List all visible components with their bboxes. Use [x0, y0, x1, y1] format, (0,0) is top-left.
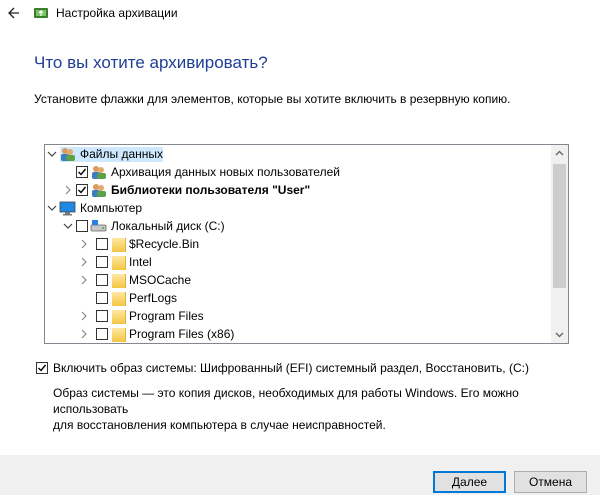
- tree-item-label: Библиотеки пользователя "User": [111, 183, 311, 197]
- checkbox[interactable]: [96, 328, 108, 340]
- tree-item-label: MSOCache: [129, 273, 192, 287]
- tree-item-label: Program Files (x86): [129, 327, 235, 341]
- backup-items-tree[interactable]: Файлы данных Архивация данных новых поль…: [44, 144, 569, 344]
- tree-item-folder[interactable]: MSOCache: [45, 272, 551, 289]
- tree-item-data-files[interactable]: Файлы данных: [45, 146, 551, 163]
- chevron-down-icon[interactable]: [47, 148, 57, 160]
- tree-item-label: Файлы данных: [80, 147, 164, 161]
- scroll-up-icon[interactable]: [551, 145, 568, 162]
- window-title: Настройка архивации: [56, 6, 178, 20]
- tree-item-label: Компьютер: [80, 201, 143, 215]
- chevron-right-icon[interactable]: [63, 184, 73, 196]
- folder-icon: [112, 292, 126, 306]
- chevron-right-icon[interactable]: [79, 256, 89, 268]
- tree-item-new-users[interactable]: Архивация данных новых пользователей: [45, 164, 551, 181]
- chevron-down-icon[interactable]: [47, 202, 57, 214]
- footer-bar: [0, 455, 600, 495]
- backup-app-icon: [33, 5, 49, 21]
- tree-item-folder[interactable]: $Recycle.Bin: [45, 236, 551, 253]
- tree-item-label: $Recycle.Bin: [129, 237, 200, 251]
- checkbox[interactable]: [96, 292, 108, 304]
- back-button[interactable]: [6, 4, 26, 22]
- checkbox[interactable]: [96, 274, 108, 286]
- users-icon: [92, 184, 106, 197]
- scrollbar-thumb[interactable]: [553, 164, 566, 288]
- tree-item-user-libraries[interactable]: Библиотеки пользователя "User": [45, 182, 551, 199]
- folder-icon: [112, 274, 126, 288]
- title-bar: Настройка архивации: [0, 0, 600, 28]
- tree-item-folder[interactable]: Program Files: [45, 308, 551, 325]
- chevron-down-icon[interactable]: [63, 220, 73, 232]
- checkmark-icon: [78, 186, 87, 194]
- checkmark-icon: [78, 168, 87, 176]
- tree-item-folder[interactable]: PerfLogs: [45, 290, 551, 307]
- checkbox[interactable]: [96, 310, 108, 322]
- checkbox[interactable]: [76, 166, 88, 178]
- checkbox[interactable]: [76, 184, 88, 196]
- folder-icon: [112, 238, 126, 252]
- tree-item-label: Архивация данных новых пользователей: [111, 165, 340, 179]
- tree-item-label: PerfLogs: [129, 291, 178, 305]
- cancel-button[interactable]: Отмена: [514, 471, 587, 493]
- system-image-label[interactable]: Включить образ системы: Шифрованный (EFI…: [53, 361, 529, 375]
- checkbox[interactable]: [96, 238, 108, 250]
- tree-item-label: Program Files: [129, 309, 204, 323]
- instruction-text: Установите флажки для элементов, которые…: [34, 92, 511, 106]
- tree-item-local-disk-c[interactable]: Локальный диск (C:): [45, 218, 551, 235]
- system-image-checkbox[interactable]: [36, 362, 48, 374]
- page-heading: Что вы хотите архивировать?: [34, 53, 268, 72]
- users-icon: [92, 166, 106, 179]
- back-arrow-icon: [8, 7, 19, 19]
- chevron-right-icon[interactable]: [79, 310, 89, 322]
- folder-icon: [112, 328, 126, 342]
- tree-item-computer[interactable]: Компьютер: [45, 200, 551, 217]
- chevron-right-icon[interactable]: [79, 238, 89, 250]
- chevron-right-icon[interactable]: [79, 328, 89, 340]
- drive-icon: [90, 220, 107, 232]
- checkbox[interactable]: [96, 256, 108, 268]
- checkbox[interactable]: [76, 220, 88, 232]
- folder-icon: [112, 310, 126, 324]
- chevron-right-icon[interactable]: [79, 274, 89, 286]
- users-icon: [61, 148, 75, 161]
- checkmark-icon: [38, 364, 47, 372]
- tree-item-label: Intel: [129, 255, 152, 269]
- scroll-down-icon[interactable]: [551, 326, 568, 343]
- system-image-description: Образ системы — это копия дисков, необхо…: [53, 386, 519, 432]
- tree-item-folder[interactable]: Program Files (x86): [45, 326, 551, 343]
- next-button[interactable]: Далее: [433, 471, 506, 493]
- computer-icon: [59, 201, 76, 216]
- folder-icon: [112, 256, 126, 270]
- tree-item-label: Локальный диск (C:): [111, 219, 225, 233]
- tree-item-folder[interactable]: Intel: [45, 254, 551, 271]
- vertical-scrollbar[interactable]: [551, 145, 568, 343]
